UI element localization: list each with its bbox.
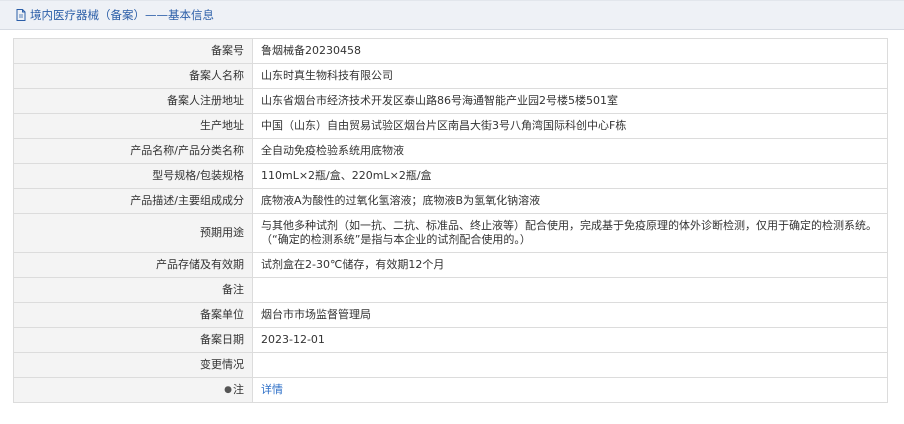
row-label: 产品存储及有效期 xyxy=(13,252,253,278)
row-value xyxy=(252,277,888,303)
intended-use-line-1: 与其他多种试剂（如一抗、二抗、标准品、终止液等）配合使用，完成基于免疫原理的体外… xyxy=(261,219,877,232)
table-row: 备注 xyxy=(13,277,888,303)
row-value: 鲁烟械备20230458 xyxy=(252,38,888,64)
row-value: 山东时真生物科技有限公司 xyxy=(252,63,888,89)
page-header: 境内医疗器械（备案）——基本信息 xyxy=(0,0,904,30)
row-value: 与其他多种试剂（如一抗、二抗、标准品、终止液等）配合使用，完成基于免疫原理的体外… xyxy=(252,213,888,253)
row-label: 变更情况 xyxy=(13,352,253,378)
row-label: 生产地址 xyxy=(13,113,253,139)
page-title: 境内医疗器械（备案）——基本信息 xyxy=(30,8,214,22)
row-value: 110mL×2瓶/盒、220mL×2瓶/盒 xyxy=(252,163,888,189)
row-label: 备案人名称 xyxy=(13,63,253,89)
row-value: 山东省烟台市经济技术开发区泰山路86号海通智能产业园2号楼5楼501室 xyxy=(252,88,888,114)
table-row: 预期用途 与其他多种试剂（如一抗、二抗、标准品、终止液等）配合使用，完成基于免疫… xyxy=(13,213,888,253)
row-label: 备注 xyxy=(13,277,253,303)
row-value: 烟台市市场监督管理局 xyxy=(252,302,888,328)
row-label: ●注 xyxy=(13,377,253,403)
row-value xyxy=(252,352,888,378)
table-row: ●注 详情 xyxy=(13,377,888,403)
row-label: 型号规格/包装规格 xyxy=(13,163,253,189)
row-label: 产品描述/主要组成成分 xyxy=(13,188,253,214)
note-label: 注 xyxy=(233,383,244,396)
row-value: 底物液A为酸性的过氧化氢溶液；底物液B为氢氧化钠溶液 xyxy=(252,188,888,214)
row-label: 预期用途 xyxy=(13,213,253,253)
table-row: 备案人名称 山东时真生物科技有限公司 xyxy=(13,63,888,89)
document-icon xyxy=(16,9,26,21)
table-row: 生产地址 中国（山东）自由贸易试验区烟台片区南昌大街3号八角湾国际科创中心F栋 xyxy=(13,113,888,139)
table-row: 备案人注册地址 山东省烟台市经济技术开发区泰山路86号海通智能产业园2号楼5楼5… xyxy=(13,88,888,114)
table-row: 产品名称/产品分类名称 全自动免疫检验系统用底物液 xyxy=(13,138,888,164)
table-row: 备案日期 2023-12-01 xyxy=(13,327,888,353)
table-row: 变更情况 xyxy=(13,352,888,378)
row-label: 备案日期 xyxy=(13,327,253,353)
info-table: 备案号 鲁烟械备20230458 备案人名称 山东时真生物科技有限公司 备案人注… xyxy=(13,38,888,403)
row-value: 详情 xyxy=(252,377,888,403)
row-label: 备案单位 xyxy=(13,302,253,328)
row-value: 试剂盒在2-30℃储存，有效期12个月 xyxy=(252,252,888,278)
row-value: 全自动免疫检验系统用底物液 xyxy=(252,138,888,164)
table-row: 产品描述/主要组成成分 底物液A为酸性的过氧化氢溶液；底物液B为氢氧化钠溶液 xyxy=(13,188,888,214)
table-row: 备案号 鲁烟械备20230458 xyxy=(13,38,888,64)
details-link[interactable]: 详情 xyxy=(261,383,283,396)
note-icon: ● xyxy=(224,385,232,395)
row-label: 备案号 xyxy=(13,38,253,64)
row-label: 产品名称/产品分类名称 xyxy=(13,138,253,164)
row-value: 2023-12-01 xyxy=(252,327,888,353)
row-value: 中国（山东）自由贸易试验区烟台片区南昌大街3号八角湾国际科创中心F栋 xyxy=(252,113,888,139)
intended-use-line-2: （“确定的检测系统”是指与本企业的试剂配合使用的。） xyxy=(261,233,531,246)
table-row: 备案单位 烟台市市场监督管理局 xyxy=(13,302,888,328)
table-row: 产品存储及有效期 试剂盒在2-30℃储存，有效期12个月 xyxy=(13,252,888,278)
row-label: 备案人注册地址 xyxy=(13,88,253,114)
table-row: 型号规格/包装规格 110mL×2瓶/盒、220mL×2瓶/盒 xyxy=(13,163,888,189)
